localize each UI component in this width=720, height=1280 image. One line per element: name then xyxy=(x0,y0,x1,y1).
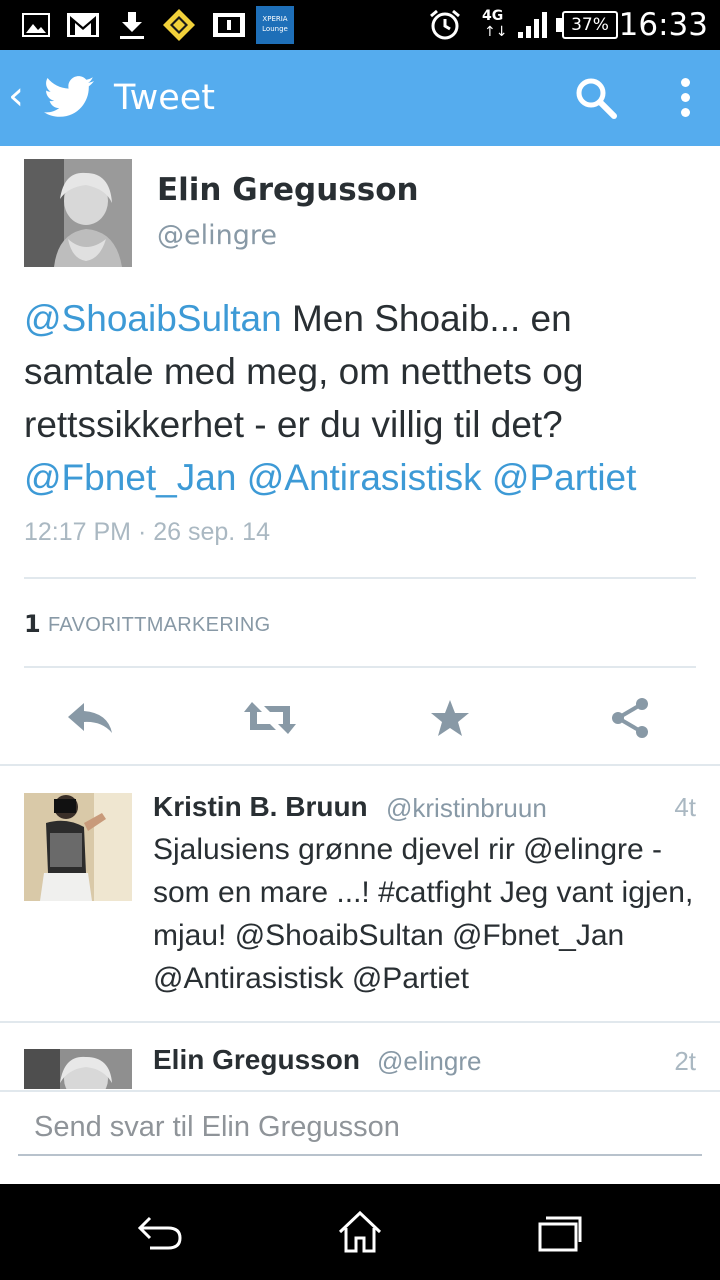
reply-icon[interactable] xyxy=(60,690,120,746)
author-handle[interactable]: @elingre xyxy=(157,220,277,251)
divider xyxy=(24,666,696,668)
tweet-text-space xyxy=(482,457,492,498)
xperia-lounge-icon: XPERIA Lounge xyxy=(256,0,294,50)
tweet-text: @ShoaibSultan Men Shoaib... en samtale m… xyxy=(24,292,704,504)
battery-level: 37% xyxy=(571,15,609,35)
sim-icon xyxy=(212,0,246,50)
divider xyxy=(0,764,720,766)
svg-text:Lounge: Lounge xyxy=(262,25,288,33)
battery-icon: 37% xyxy=(562,11,618,39)
mention-link[interactable]: @Partiet xyxy=(492,457,637,498)
app-icon xyxy=(162,0,196,50)
mention-link[interactable]: @Antirasistisk xyxy=(247,457,482,498)
reply-author-name[interactable]: Kristin B. Bruun xyxy=(153,791,368,823)
overflow-menu-icon[interactable] xyxy=(672,76,700,120)
search-icon[interactable] xyxy=(574,76,618,124)
signal-icon xyxy=(516,0,550,50)
tweet-timestamp: 12:17 PM · 26 sep. 14 xyxy=(24,518,270,546)
author-name[interactable]: Elin Gregusson xyxy=(157,172,419,208)
twitter-bird-icon[interactable] xyxy=(44,76,94,122)
reply-author-handle[interactable]: @kristinbruun xyxy=(386,793,547,824)
divider xyxy=(24,577,696,579)
share-icon[interactable] xyxy=(600,690,660,746)
reply-avatar[interactable] xyxy=(24,793,132,901)
author-avatar[interactable] xyxy=(24,159,132,267)
back-button[interactable]: ‹ xyxy=(8,50,24,146)
gallery-icon xyxy=(22,0,50,50)
reply-author-name[interactable]: Elin Gregusson xyxy=(153,1044,360,1076)
alarm-icon xyxy=(428,0,462,50)
reply-input[interactable] xyxy=(18,1100,702,1156)
tweet-text-space xyxy=(236,457,246,498)
app-bar: ‹ Tweet xyxy=(0,50,720,146)
reply-author-handle[interactable]: @elingre xyxy=(377,1046,481,1077)
download-icon xyxy=(118,0,146,50)
mention-link[interactable]: @ShoaibSultan xyxy=(24,298,282,339)
retweet-icon[interactable] xyxy=(240,690,300,746)
home-nav-icon[interactable] xyxy=(330,1202,390,1262)
back-nav-icon[interactable] xyxy=(130,1202,190,1262)
clock: 16:33 xyxy=(618,7,708,43)
reply-age: 2t xyxy=(674,1046,696,1076)
mention-link[interactable]: @Fbnet_Jan xyxy=(24,457,236,498)
page-title: Tweet xyxy=(114,78,216,118)
favorite-label[interactable]: FAVORITTMARKERING xyxy=(48,614,271,637)
navigation-bar xyxy=(0,1184,720,1280)
recent-apps-icon[interactable] xyxy=(530,1202,590,1262)
reply-text: Sjalusiens grønne djevel rir @elingre - … xyxy=(153,833,694,995)
network-arrows: ↑↓ xyxy=(484,24,508,40)
reply-compose-bar xyxy=(0,1090,720,1184)
gmail-icon xyxy=(66,0,100,50)
reply-age: 4t xyxy=(674,792,696,822)
status-bar: XPERIA Lounge 4G ↑↓ 37% 16:33 xyxy=(0,0,720,50)
svg-text:XPERIA: XPERIA xyxy=(262,15,287,23)
network-type: 4G xyxy=(482,8,504,24)
favorite-count[interactable]: 1 xyxy=(24,610,41,638)
divider xyxy=(0,1090,720,1092)
reply-avatar[interactable] xyxy=(24,1049,132,1089)
divider xyxy=(0,1021,720,1023)
favorite-icon[interactable] xyxy=(420,690,480,746)
